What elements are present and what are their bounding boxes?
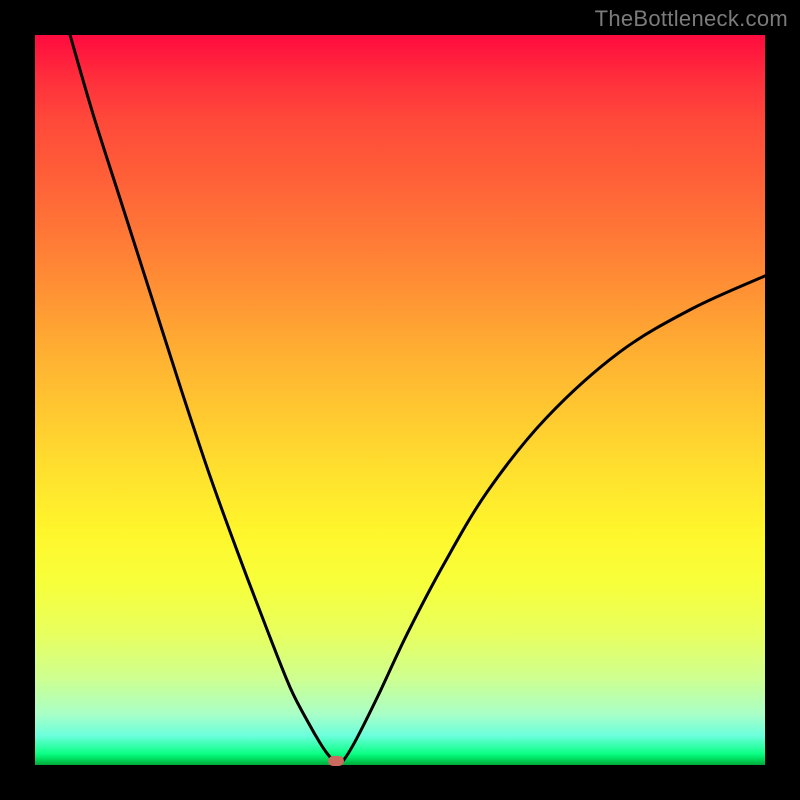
optimal-marker (328, 756, 344, 766)
bottleneck-curve (70, 35, 765, 764)
plot-area (35, 35, 765, 765)
chart-frame: TheBottleneck.com (0, 0, 800, 800)
curve-svg (35, 35, 765, 765)
watermark-text: TheBottleneck.com (595, 6, 788, 32)
